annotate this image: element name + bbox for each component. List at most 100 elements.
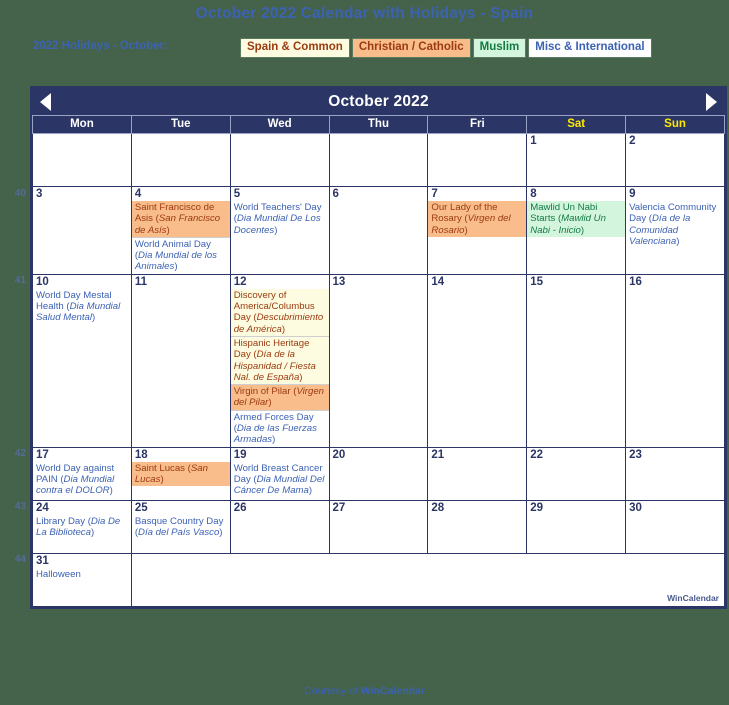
calendar-day-cell[interactable]: 20 — [328, 446, 429, 501]
holiday-event-muslim[interactable]: Mawlid Un Nabi Starts (Mawlid Un Nabi - … — [527, 201, 626, 237]
day-events: Halloween — [33, 568, 131, 581]
day-events: Valencia Community Day (Día de la Comuni… — [626, 201, 724, 248]
footer-brand[interactable]: WinCalendar — [361, 685, 425, 697]
day-events: World Breast Cancer Day (Dia Mundial Del… — [231, 462, 329, 498]
calendar-day-cell[interactable]: 21 — [427, 446, 528, 501]
day-number: 13 — [332, 275, 346, 288]
calendar-day-cell[interactable]: 31 Halloween — [32, 552, 132, 607]
calendar-day-cell[interactable]: 15 — [526, 273, 627, 448]
calendar-day-cell[interactable]: 7 Our Lady of the Rosary (Virgen del Rosa… — [427, 186, 528, 275]
week-number: 41 — [14, 275, 26, 287]
holiday-name-es: Día del País Vasco — [138, 526, 220, 538]
calendar-day-cell[interactable]: 11 — [130, 273, 231, 448]
day-number: 19 — [233, 448, 247, 461]
holiday-event-christian[interactable]: Saint Francisco de Asis (San Francisco d… — [131, 201, 230, 237]
calendar-day-cell[interactable]: 27 — [328, 499, 429, 554]
page-title: October 2022 Calendar with Holidays - Sp… — [195, 5, 534, 22]
legend-item-misc[interactable]: Misc & International — [528, 38, 652, 58]
holiday-name-close: ) — [92, 312, 96, 324]
holiday-event-misc[interactable]: World Day against PAIN (Dia Mundial cont… — [33, 462, 131, 498]
day-events: Library Day (Dia De La Biblioteca) — [33, 515, 131, 540]
holiday-event-misc[interactable]: Basque Country Day (Día del País Vasco) — [132, 515, 230, 540]
month-title: October 2022 — [328, 92, 429, 110]
weekday-header-tue: Tue — [130, 115, 231, 134]
holiday-name-close: ) — [308, 485, 313, 497]
day-number: 25 — [134, 501, 148, 514]
calendar-empty-cell — [427, 133, 528, 187]
footer-prefix: Courtesy of — [304, 685, 361, 697]
day-number: 16 — [629, 275, 642, 288]
holiday-event-spain[interactable]: Discovery of America/Columbus Day (Descu… — [230, 288, 329, 336]
weekday-header-sat: Sat — [526, 115, 627, 134]
legend-label: 2022 Holidays - October: — [33, 40, 168, 52]
calendar-day-cell[interactable]: 6 — [328, 186, 429, 275]
day-number: 24 — [36, 501, 49, 514]
weekday-header-wed: Wed — [229, 115, 330, 134]
day-events: Basque Country Day (Día del País Vasco) — [132, 515, 230, 540]
calendar-day-cell[interactable]: 14 — [427, 273, 528, 448]
legend-item-spain[interactable]: Spain & Common — [240, 38, 350, 58]
footer: Courtesy of WinCalendar — [0, 685, 729, 697]
day-number: 5 — [233, 188, 241, 200]
day-number: 2 — [629, 135, 636, 147]
holiday-event-misc[interactable]: World Day Mestal Health (Dia Mundial Sal… — [33, 289, 131, 325]
holiday-event-misc[interactable]: Valencia Community Day (Día de la Comuni… — [626, 201, 724, 248]
calendar-day-cell[interactable]: 3 — [32, 186, 132, 275]
calendar-day-cell[interactable]: 13 — [328, 273, 429, 448]
calendar-day-cell[interactable]: 28 — [427, 499, 528, 554]
day-events: World Teachers' Day (Dia Mundial De Los … — [231, 201, 329, 237]
holiday-event-christian[interactable]: Saint Lucas (San Lucas) — [131, 461, 230, 487]
holiday-event-spain[interactable]: Hispanic Heritage Day (Día de la Hispani… — [230, 335, 329, 385]
holiday-event-misc[interactable]: World Breast Cancer Day (Dia Mundial Del… — [231, 462, 329, 498]
week-number: 40 — [14, 187, 26, 199]
calendar-day-cell[interactable]: 16 — [625, 273, 725, 448]
next-month-arrow-icon[interactable] — [706, 92, 717, 111]
holiday-name-close: ) — [281, 323, 286, 335]
calendar-day-cell[interactable]: 10 World Day Mestal Health (Dia Mundial S… — [32, 273, 132, 448]
holiday-event-misc[interactable]: World Animal Day (Dia Mundial de los Ani… — [131, 236, 230, 274]
calendar-day-cell[interactable]: 12 Discovery of America/Columbus Day (Des… — [229, 273, 330, 448]
day-number: 18 — [134, 448, 148, 461]
calendar-day-cell[interactable]: 17 World Day against PAIN (Dia Mundial co… — [32, 446, 132, 501]
day-events: World Day against PAIN (Dia Mundial cont… — [33, 462, 131, 498]
calendar-day-cell[interactable]: 9 Valencia Community Day (Día de la Comun… — [625, 186, 725, 275]
holiday-event-misc[interactable]: Armed Forces Day (Dia de las Fuerzas Arm… — [230, 409, 329, 447]
calendar-week-row: 3 4 Saint Francisco de Asis (San Francisco… — [32, 186, 725, 275]
calendar-day-cell[interactable]: 1 — [526, 133, 627, 187]
calendar-day-cell[interactable]: 29 — [526, 499, 627, 554]
calendar-day-cell[interactable]: 22 — [526, 446, 627, 501]
legend-item-christian[interactable]: Christian / Catholic — [351, 38, 471, 58]
calendar-day-cell[interactable]: 24 Library Day (Dia De La Biblioteca) — [32, 499, 132, 554]
day-number: 14 — [431, 275, 445, 288]
calendar-day-cell[interactable]: 30 — [625, 499, 725, 554]
day-number: 4 — [134, 188, 142, 200]
holiday-event-christian[interactable]: Our Lady of the Rosary (Virgen del Rosar… — [428, 201, 527, 237]
holiday-event-misc[interactable]: Library Day (Dia De La Biblioteca) — [33, 515, 131, 540]
calendar-week-row: 17 World Day against PAIN (Dia Mundial co… — [32, 446, 725, 501]
calendar-day-cell[interactable]: 4 Saint Francisco de Asis (San Francisco … — [130, 186, 231, 275]
legend-item-muslim[interactable]: Muslim — [472, 38, 527, 58]
previous-month-arrow-icon[interactable] — [40, 92, 51, 111]
calendar-day-cell[interactable]: 18 Saint Lucas (San Lucas) — [130, 446, 231, 501]
calendar-day-cell[interactable]: 5 World Teachers' Day (Dia Mundial De Los… — [229, 186, 330, 275]
calendar-day-cell[interactable]: 23 — [625, 446, 725, 501]
day-number: 15 — [530, 275, 544, 288]
day-number: 6 — [332, 188, 339, 200]
calendar-empty-cell — [130, 133, 231, 187]
day-number: 30 — [629, 501, 642, 514]
calendar-day-cell[interactable]: 26 — [229, 499, 330, 554]
holiday-event-misc[interactable]: World Teachers' Day (Dia Mundial De Los … — [231, 201, 329, 237]
day-number: 7 — [431, 188, 438, 200]
legend-item-label: Spain & Common — [247, 41, 343, 53]
holiday-event-christian[interactable]: Virgin of Pilar (Virgen del Pilar) — [230, 384, 329, 410]
legend-category-list: Spain & Common Christian / Catholic Muslim… — [240, 38, 652, 58]
calendar-day-cell[interactable]: 8 Mawlid Un Nabi Starts (Mawlid Un Nabi -… — [526, 186, 627, 275]
calendar-day-cell[interactable]: 25 Basque Country Day (Día del País Vasco… — [130, 499, 231, 554]
day-number: 8 — [530, 188, 537, 200]
holiday-name-es: Dia de las Fuerzas Armadas — [233, 423, 317, 446]
calendar-day-cell[interactable]: 19 World Breast Cancer Day (Dia Mundial D… — [229, 446, 330, 501]
holiday-event-misc[interactable]: Halloween — [33, 568, 131, 581]
day-number: 22 — [530, 448, 544, 461]
calendar-day-cell[interactable]: 2 — [625, 133, 725, 187]
calendar-week-row: 31 Halloween — [32, 552, 726, 607]
